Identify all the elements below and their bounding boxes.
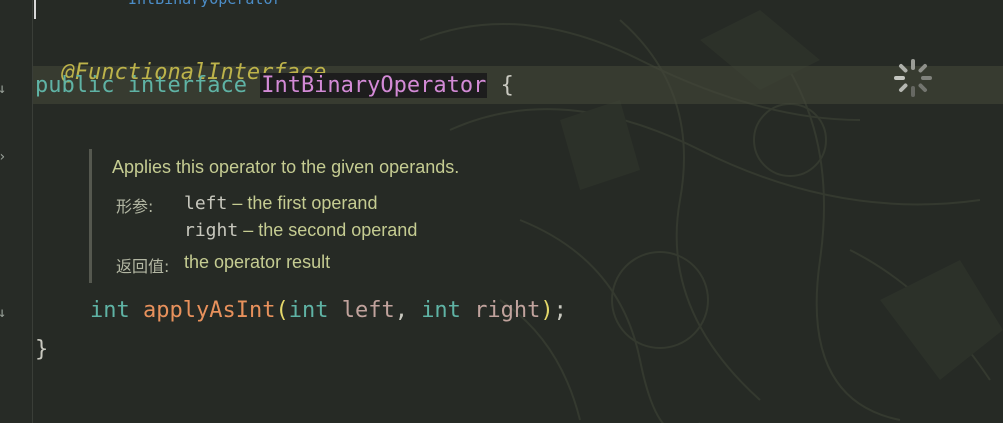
- keyword-public: public: [35, 73, 115, 98]
- method-name[interactable]: applyAsInt: [143, 298, 275, 323]
- param1-name: left: [341, 298, 395, 323]
- interface-name[interactable]: IntBinaryOperator: [260, 73, 488, 98]
- param1-type: int: [288, 298, 329, 323]
- method-declaration-line[interactable]: int applyAsInt(int left, int right);: [90, 298, 567, 324]
- params-label: 形参:: [116, 197, 154, 216]
- text-caret: [34, 0, 36, 19]
- param-name-left: left: [184, 193, 228, 214]
- javadoc-rendered-block: Applies this operator to the given opera…: [89, 149, 692, 283]
- returns-label: 返回值:: [116, 257, 170, 276]
- editor-gutter: [0, 0, 32, 423]
- param2-type: int: [421, 298, 461, 323]
- param2-name: right: [474, 298, 541, 323]
- doc-returns: the operator result: [184, 252, 331, 272]
- return-type: int: [90, 298, 130, 323]
- interface-declaration-line[interactable]: public interface IntBinaryOperator {: [35, 73, 514, 99]
- param-desc-left: – the first operand: [227, 193, 378, 213]
- param-name-right: right: [184, 220, 239, 241]
- param-desc-right: – the second operand: [238, 220, 418, 240]
- doc-summary: Applies this operator to the given opera…: [112, 157, 460, 177]
- semicolon: ;: [553, 298, 567, 323]
- implemented-arrow-icon[interactable]: ↓: [0, 306, 6, 320]
- doc-param-left: left – the first operand: [184, 193, 377, 214]
- comma: ,: [394, 298, 422, 323]
- doc-param-right: right – the second operand: [184, 220, 417, 241]
- implemented-arrow-icon[interactable]: ↓: [0, 82, 6, 96]
- open-brace: {: [500, 73, 514, 98]
- open-paren: (: [275, 298, 289, 323]
- close-paren: ): [540, 298, 554, 323]
- closing-brace-line[interactable]: }: [35, 337, 48, 363]
- truncated-code-text: IntBinaryOperator: [128, 0, 282, 8]
- close-brace: }: [35, 337, 49, 362]
- collapse-chevron-icon[interactable]: ›: [0, 150, 6, 164]
- keyword-interface: interface: [127, 73, 247, 98]
- gutter-divider: [32, 0, 33, 423]
- loading-spinner-icon: [894, 59, 932, 97]
